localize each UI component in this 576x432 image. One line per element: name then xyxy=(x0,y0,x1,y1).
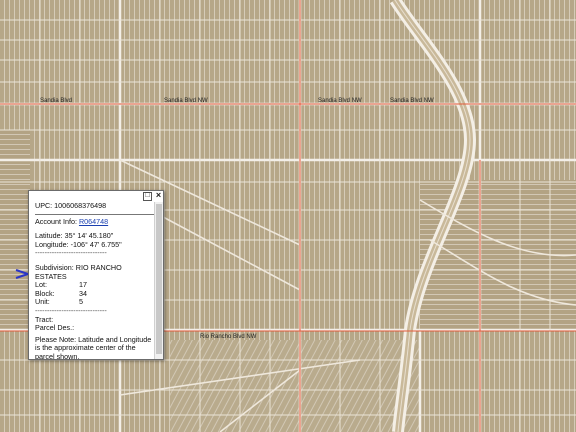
parcel-info-popup: □ × UPC: 1006068376498 Account Info: R06… xyxy=(28,190,164,360)
street-label-5: Rio Rancho Blvd NW xyxy=(200,334,257,340)
street-label-1: Sandia Blvd xyxy=(40,98,72,104)
account-link[interactable]: R064748 xyxy=(79,217,108,226)
popup-titlebar: □ × xyxy=(29,191,163,201)
account-info-row: Account Info: R064748 xyxy=(35,216,160,227)
account-label: Account Info: xyxy=(35,216,77,226)
maximize-icon[interactable]: □ xyxy=(143,192,152,201)
close-icon[interactable]: × xyxy=(155,191,162,200)
upc-text: UPC: 1006068376498 xyxy=(35,202,107,210)
street-label-4: Sandia Blvd NW xyxy=(390,98,434,104)
dashed-separator-2: ------------------------------ xyxy=(35,305,107,315)
subdivision-text-cont: ESTATES xyxy=(35,271,67,281)
popup-body: UPC: 1006068376498 Account Info: R064748… xyxy=(29,202,160,359)
scrollbar-thumb[interactable] xyxy=(156,204,162,354)
parcel-des-text: Parcel Des.: xyxy=(35,323,75,333)
dashed-separator-1: ------------------------------ xyxy=(35,248,107,258)
parcel-area-south xyxy=(170,340,420,432)
street-label-3: Sandia Blvd NW xyxy=(318,98,362,104)
block-row: Block: 34 xyxy=(35,289,160,299)
disclaimer-note: Please Note: Latitude and Longitude is t… xyxy=(35,334,152,359)
popup-divider xyxy=(35,213,158,215)
street-label-2: Sandia Blvd NW xyxy=(164,98,208,104)
popup-scrollbar[interactable] xyxy=(154,202,163,359)
